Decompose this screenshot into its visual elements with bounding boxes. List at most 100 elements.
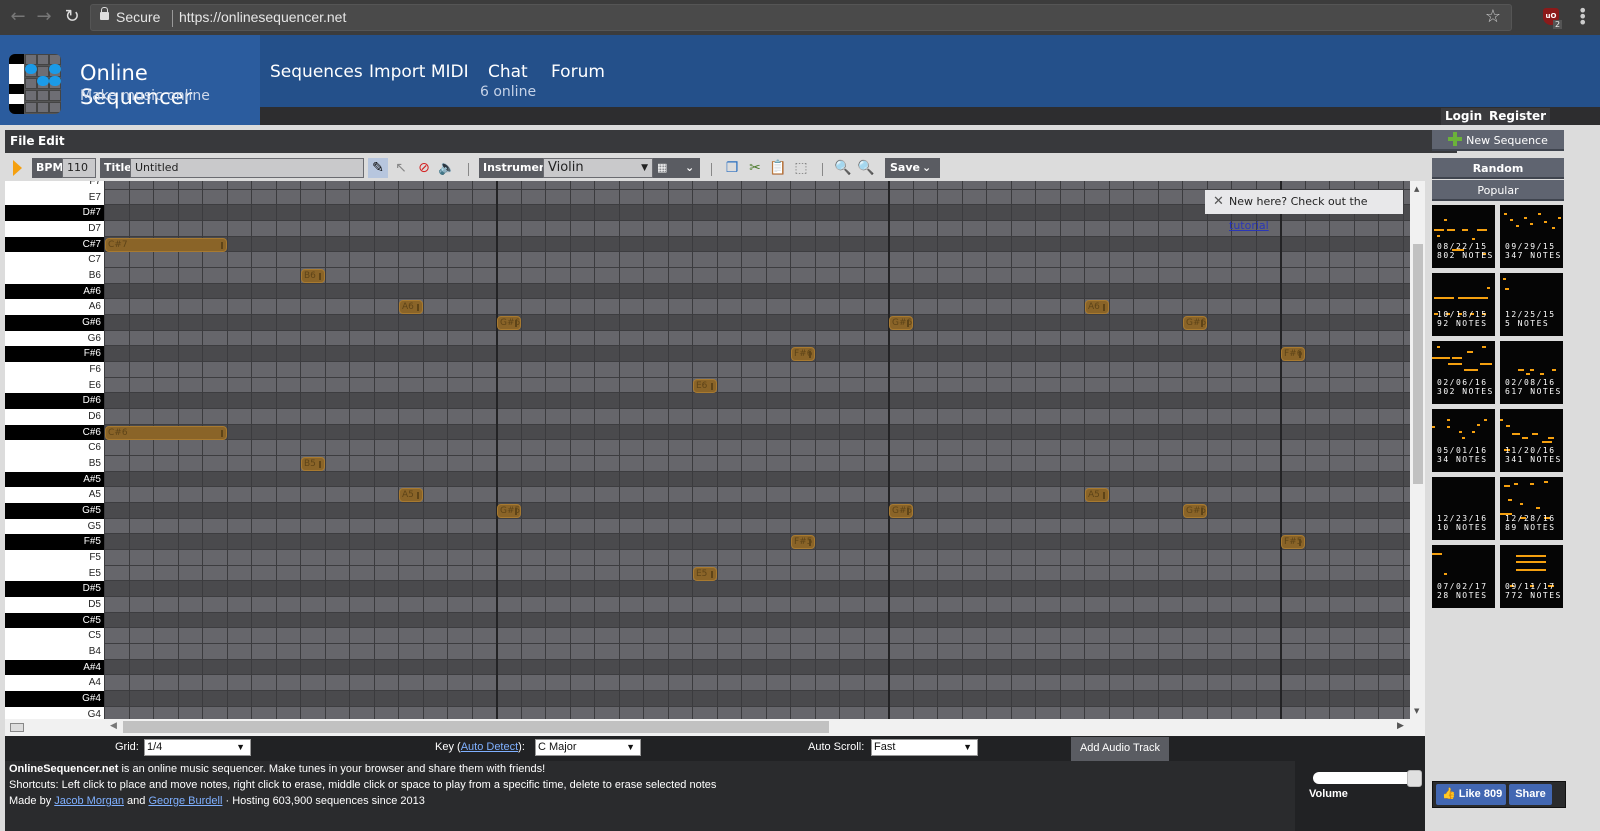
piano-key-a6[interactable]: A6 xyxy=(5,299,104,316)
sequence-thumbnail[interactable]: 09/11/17 772 NOTES xyxy=(1500,545,1563,608)
piano-key-d6[interactable]: D6 xyxy=(5,409,104,425)
register-button[interactable]: Register xyxy=(1485,108,1551,125)
note-resize-handle[interactable] xyxy=(1200,320,1203,328)
cut-icon[interactable]: ✂ xyxy=(745,158,765,178)
paste-icon[interactable]: 📋 xyxy=(768,158,788,178)
nav-sequences[interactable]: Sequences xyxy=(270,62,363,82)
sequence-thumbnail[interactable]: 10/18/15 92 NOTES xyxy=(1432,273,1495,336)
piano-key-a-sharp-5[interactable]: A#5 xyxy=(5,471,104,488)
erase-tool-icon[interactable]: ⊘ xyxy=(414,158,434,178)
piano-key-a-sharp-6[interactable]: A#6 xyxy=(5,283,104,300)
piano-key-c5[interactable]: C5 xyxy=(5,628,104,645)
piano-key-a4[interactable]: A4 xyxy=(5,675,104,692)
note-resize-handle[interactable] xyxy=(220,429,223,437)
note[interactable]: G#5 xyxy=(889,504,913,519)
close-icon[interactable]: ✕ xyxy=(1213,190,1224,214)
piano-key-e6[interactable]: E6 xyxy=(5,377,104,394)
sequence-thumbnail[interactable]: 09/29/15 347 NOTES xyxy=(1500,205,1563,268)
piano-key-f-sharp-5[interactable]: F#5 xyxy=(5,534,104,551)
note[interactable]: B6 xyxy=(301,269,325,284)
note[interactable]: F#6 xyxy=(791,347,815,362)
note-resize-handle[interactable] xyxy=(1298,539,1301,547)
speaker-icon[interactable]: 🔈 xyxy=(437,158,457,178)
author-link-2[interactable]: George Burdell xyxy=(148,795,222,807)
note-resize-handle[interactable] xyxy=(514,320,517,328)
sequence-thumbnail[interactable]: 02/08/16 617 NOTES xyxy=(1500,341,1563,404)
piano-key-f5[interactable]: F5 xyxy=(5,550,104,566)
scroll-up-icon[interactable]: ▲ xyxy=(1414,185,1419,193)
sequence-thumbnail[interactable]: 11/20/16 341 NOTES xyxy=(1500,409,1563,472)
note-resize-handle[interactable] xyxy=(1102,304,1105,312)
tutorial-link[interactable]: tutorial xyxy=(1229,219,1269,232)
note-resize-handle[interactable] xyxy=(710,570,713,578)
scroll-right-icon[interactable]: ▶ xyxy=(1397,721,1404,731)
logo-link[interactable]: Online Sequencer Make music online xyxy=(0,35,260,125)
piano-key-b4[interactable]: B4 xyxy=(5,644,104,660)
piano-key-g-sharp-6[interactable]: G#6 xyxy=(5,315,104,331)
note-resize-handle[interactable] xyxy=(808,351,811,359)
note-resize-handle[interactable] xyxy=(906,320,909,328)
zoom-out-icon[interactable]: 🔍 xyxy=(833,158,853,178)
note[interactable]: E6 xyxy=(693,378,717,393)
note-resize-handle[interactable] xyxy=(906,508,909,516)
piano-key-d-sharp-7[interactable]: D#7 xyxy=(5,205,104,221)
bpm-input[interactable]: 110 xyxy=(62,158,96,178)
author-link-1[interactable]: Jacob Morgan xyxy=(54,795,124,807)
add-audio-track-button[interactable]: Add Audio Track xyxy=(1071,737,1169,761)
sequence-thumbnail[interactable]: 12/25/15 5 NOTES xyxy=(1500,273,1563,336)
piano-key-d-sharp-5[interactable]: D#5 xyxy=(5,581,104,598)
piano-key-e7[interactable]: E7 xyxy=(5,189,104,206)
copy-icon[interactable]: ❐ xyxy=(722,158,742,178)
volume-slider[interactable] xyxy=(1313,772,1418,784)
note-resize-handle[interactable] xyxy=(1102,492,1105,500)
instrument-select[interactable]: Violin ▼ xyxy=(543,158,653,178)
piano-key-b5[interactable]: B5 xyxy=(5,456,104,472)
horizontal-scroll-thumb[interactable] xyxy=(123,721,829,733)
select-all-icon[interactable]: ⬚ xyxy=(791,158,811,178)
note[interactable]: C#7 xyxy=(105,237,227,252)
url-text[interactable]: https://onlinesequencer.net xyxy=(179,9,346,25)
note-resize-handle[interactable] xyxy=(318,273,321,281)
note-resize-handle[interactable] xyxy=(416,304,419,312)
piano-key-e5[interactable]: E5 xyxy=(5,565,104,582)
nav-chat[interactable]: Chat xyxy=(488,62,528,82)
auto-detect-link[interactable]: Auto Detect xyxy=(461,741,518,753)
note-resize-handle[interactable] xyxy=(1200,508,1203,516)
sequence-thumbnail[interactable]: 02/06/16 302 NOTES xyxy=(1432,341,1495,404)
note[interactable]: G#5 xyxy=(497,504,521,519)
new-sequence-button[interactable]: New Sequence xyxy=(1432,130,1564,151)
keyboard-icon[interactable] xyxy=(10,723,24,732)
note[interactable]: G#6 xyxy=(889,316,913,331)
piano-key-g5[interactable]: G5 xyxy=(5,518,104,535)
note[interactable]: A5 xyxy=(399,488,423,503)
back-icon[interactable]: ← xyxy=(8,7,28,27)
piano-key-c-sharp-5[interactable]: C#5 xyxy=(5,612,104,629)
piano-key-c-sharp-6[interactable]: C#6 xyxy=(5,424,104,441)
note[interactable]: A6 xyxy=(1085,300,1109,315)
scroll-down-icon[interactable]: ▼ xyxy=(1414,707,1419,715)
scroll-left-icon[interactable]: ◀ xyxy=(110,721,117,731)
note-resize-handle[interactable] xyxy=(1298,351,1301,359)
pencil-tool-icon[interactable]: ✎ xyxy=(368,158,388,178)
piano-key-g-sharp-4[interactable]: G#4 xyxy=(5,691,104,707)
sequence-thumbnail[interactable]: 07/02/17 28 NOTES xyxy=(1432,545,1495,608)
browser-menu-icon[interactable]: • • • xyxy=(1578,3,1587,31)
piano-key-a-sharp-4[interactable]: A#4 xyxy=(5,659,104,676)
note-resize-handle[interactable] xyxy=(220,241,223,249)
piano-key-d7[interactable]: D7 xyxy=(5,221,104,237)
nav-forum[interactable]: Forum xyxy=(551,62,605,82)
piano-key-c6[interactable]: C6 xyxy=(5,440,104,457)
login-button[interactable]: Login xyxy=(1441,108,1487,125)
note-resize-handle[interactable] xyxy=(416,492,419,500)
menu-edit[interactable]: Edit xyxy=(38,134,65,148)
piano-key-f7[interactable]: F7 xyxy=(5,181,104,190)
horizontal-scrollbar[interactable]: ◀ ▶ xyxy=(5,719,1425,736)
note[interactable]: F#5 xyxy=(791,535,815,550)
address-bar[interactable]: Secure https://onlinesequencer.net ☆ xyxy=(90,4,1512,31)
autoscroll-select[interactable]: Fast ▼ xyxy=(871,739,978,756)
note[interactable]: A5 xyxy=(1085,488,1109,503)
piano-key-g6[interactable]: G6 xyxy=(5,330,104,347)
note[interactable]: G#6 xyxy=(497,316,521,331)
vertical-scroll-thumb[interactable] xyxy=(1413,244,1423,484)
piano-key-d-sharp-6[interactable]: D#6 xyxy=(5,393,104,410)
